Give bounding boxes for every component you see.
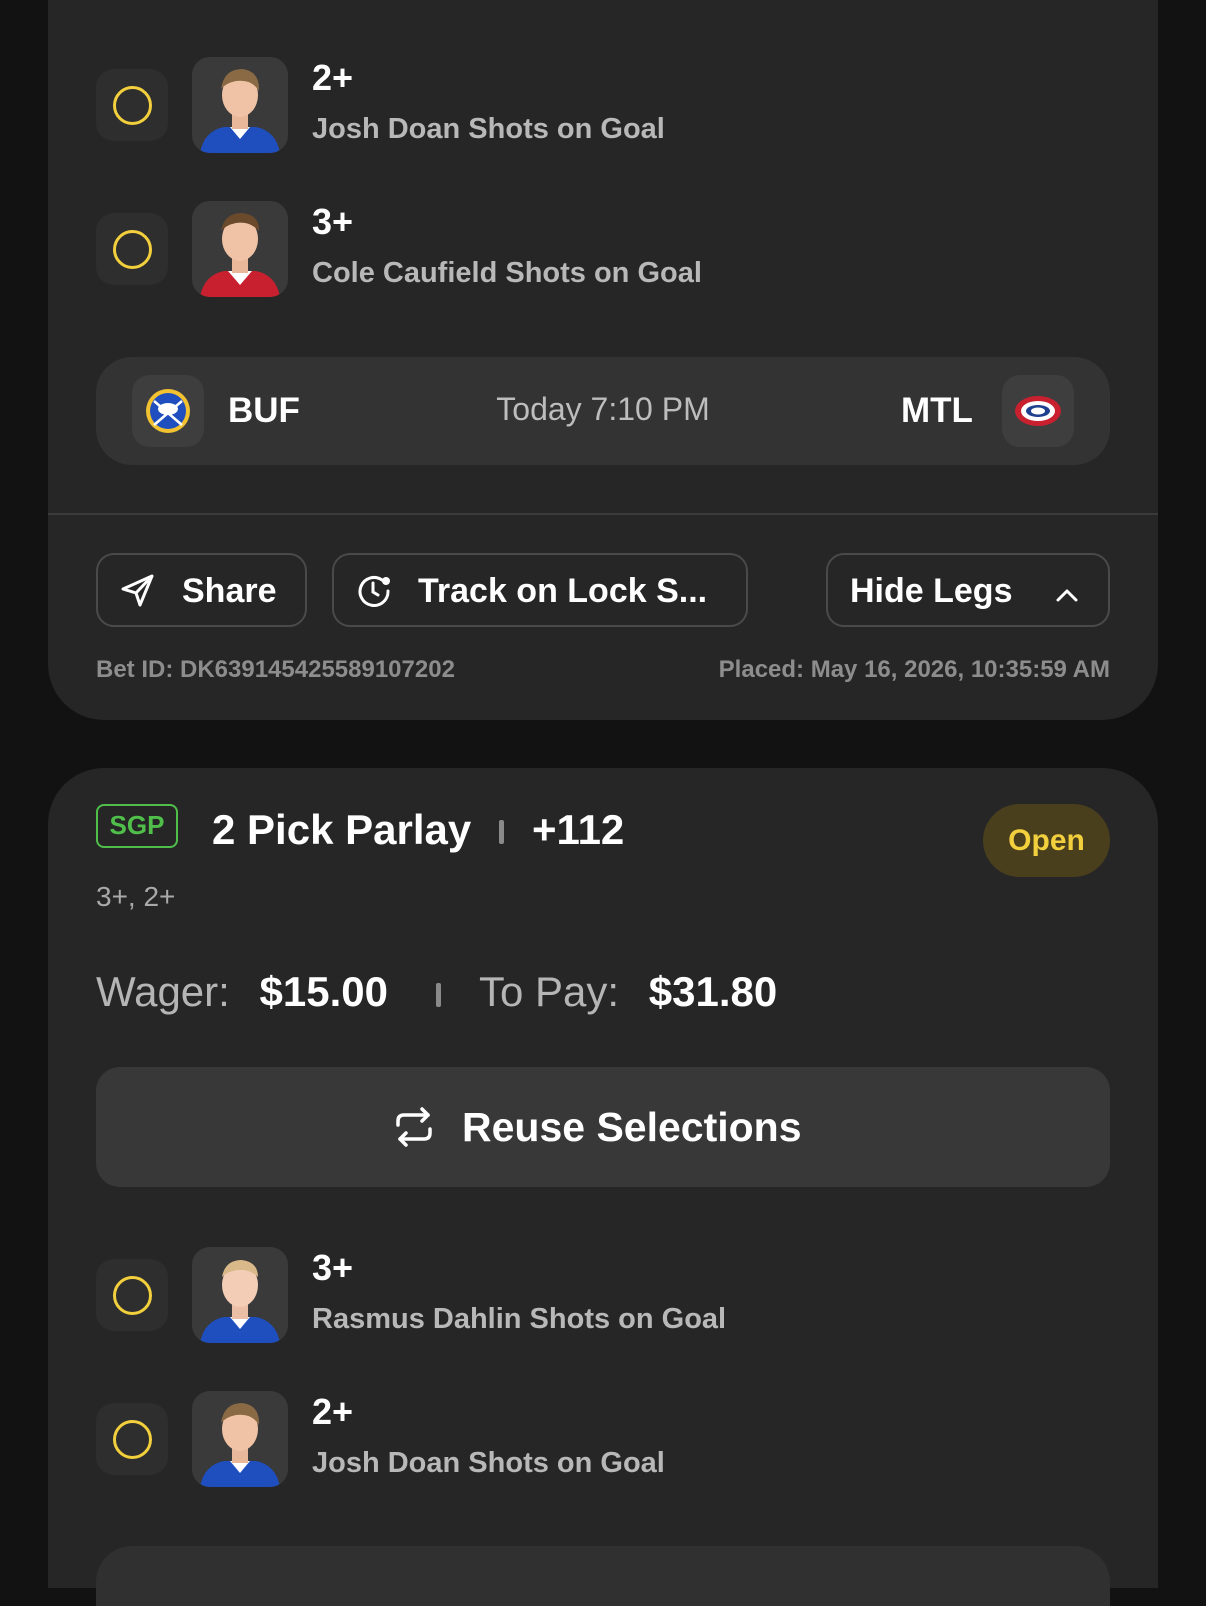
pending-circle-icon (113, 1420, 152, 1459)
leg-line: 2+ (312, 57, 354, 98)
separator (499, 820, 504, 844)
sgp-badge: SGP (96, 804, 178, 848)
bet-id: Bet ID: DK639145425589107202 (96, 656, 455, 683)
leg-market: Cole Caufield Shots on Goal (312, 257, 702, 289)
canadiens-logo-icon (1002, 375, 1074, 447)
reuse-selections-button[interactable]: Reuse Selections (96, 1067, 1110, 1187)
divider (48, 513, 1158, 515)
status-badge: Open (983, 804, 1110, 877)
player-avatar (192, 1247, 288, 1343)
leg-line: 2+ (312, 1391, 354, 1432)
to-pay-label: To Pay: (479, 968, 620, 1015)
away-team: MTL (901, 391, 973, 430)
chevron-up-icon (1054, 579, 1080, 618)
player-avatar (192, 1391, 288, 1487)
player-avatar (192, 201, 288, 297)
pending-circle-icon (113, 86, 152, 125)
leg-market: Rasmus Dahlin Shots on Goal (312, 1303, 727, 1335)
leg-line: 3+ (312, 1247, 354, 1288)
bet-card-previous: 2+ Josh Doan Shots on Goal 3+ Cole Caufi… (48, 0, 1158, 720)
repeat-icon (392, 1105, 436, 1154)
track-label: Track on Lock S... (418, 572, 708, 610)
leg-market: Josh Doan Shots on Goal (312, 1447, 665, 1479)
bet-card-sgp[interactable]: SGP 2 Pick Parlay +112 Open 3+, 2+ Wager… (48, 768, 1158, 1606)
leg-line: 3+ (312, 201, 354, 242)
pending-circle-icon (113, 230, 152, 269)
hide-legs-label: Hide Legs (850, 572, 1013, 610)
wager-label: Wager: (96, 968, 230, 1015)
leg-row[interactable]: 2+ Josh Doan Shots on Goal (96, 1391, 1096, 1487)
placed-timestamp: Placed: May 16, 2026, 10:35:59 AM (718, 656, 1110, 683)
separator (436, 983, 441, 1007)
timer-icon (356, 573, 392, 618)
share-button[interactable]: Share (96, 553, 307, 627)
next-section-peek (96, 1546, 1110, 1606)
player-avatar (192, 57, 288, 153)
leg-status (96, 69, 168, 141)
leg-status (96, 1259, 168, 1331)
to-pay: To Pay: $31.80 (479, 968, 777, 1016)
leg-status (96, 1403, 168, 1475)
parlay-title: 2 Pick Parlay (212, 806, 472, 853)
share-label: Share (182, 572, 277, 610)
leg-lines-summary: 3+, 2+ (96, 881, 176, 912)
leg-market: Josh Doan Shots on Goal (312, 113, 665, 145)
game-matchup[interactable]: BUF Today 7:10 PM MTL (96, 357, 1110, 465)
pending-circle-icon (113, 1276, 152, 1315)
hide-legs-button[interactable]: Hide Legs (826, 553, 1110, 627)
leg-status (96, 213, 168, 285)
reuse-label: Reuse Selections (462, 1104, 802, 1150)
leg-row[interactable]: 3+ Rasmus Dahlin Shots on Goal (96, 1247, 1096, 1343)
send-icon (120, 573, 156, 618)
parlay-odds: +112 (532, 806, 625, 853)
leg-row[interactable]: 3+ Cole Caufield Shots on Goal (96, 201, 1096, 297)
wager: Wager: $15.00 (96, 968, 388, 1016)
track-lock-screen-button[interactable]: Track on Lock S... (332, 553, 748, 627)
wager-value: $15.00 (259, 968, 388, 1015)
to-pay-value: $31.80 (648, 968, 778, 1015)
leg-row[interactable]: 2+ Josh Doan Shots on Goal (96, 57, 1096, 153)
